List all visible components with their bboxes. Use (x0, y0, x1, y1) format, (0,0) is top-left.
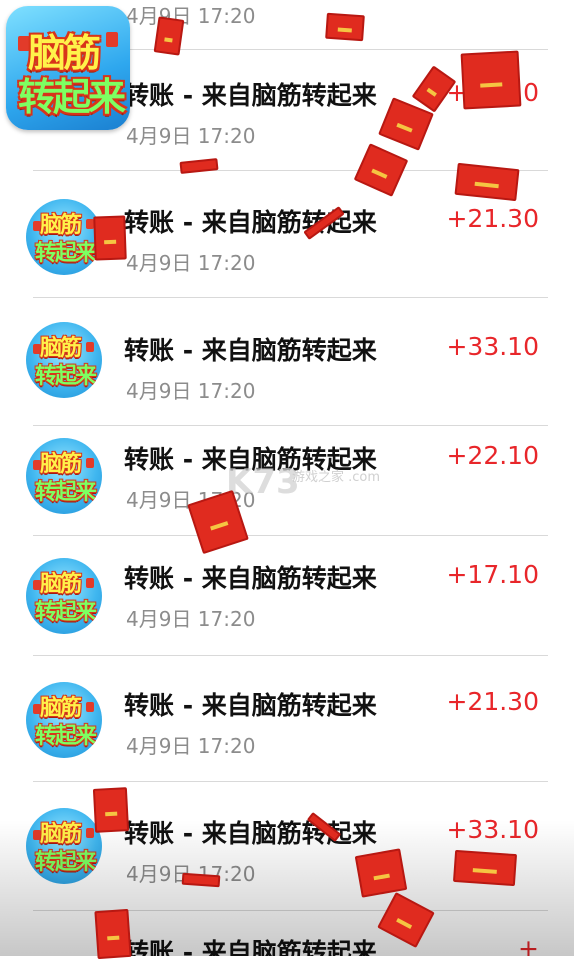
red-envelope-icon (354, 848, 408, 898)
transaction-amount: + (518, 934, 539, 956)
red-envelope-icon (454, 162, 520, 202)
transaction-time: 4月9日 17:20 (126, 734, 256, 758)
avatar-text: 转起来 (35, 724, 97, 749)
red-envelope-icon (452, 849, 518, 887)
transaction-time: 4月9日 17:20 (126, 251, 256, 275)
transaction-time: 4月9日 17:20 (126, 379, 256, 403)
avatar-text: 转起来 (35, 480, 97, 505)
red-envelope-icon (93, 215, 127, 261)
red-envelope-icon (94, 908, 132, 959)
transaction-row[interactable]: 转账 - 来自脑筋转起来 + (0, 911, 574, 956)
avatar-icon: 脑筋 转起来 (26, 558, 102, 634)
watermark-text: 游戏之家 .com (292, 470, 381, 485)
red-envelope-icon (181, 872, 221, 888)
transaction-amount: +21.30 (446, 204, 539, 233)
red-envelope-icon (325, 12, 365, 42)
transaction-title: 转账 - 来自脑筋转起来 (124, 81, 377, 110)
transaction-time: 4月9日 17:20 (126, 124, 256, 148)
avatar-text: 转起来 (35, 364, 97, 389)
red-envelope-icon (153, 16, 185, 56)
avatar-icon: 脑筋 转起来 (26, 322, 102, 398)
transaction-row[interactable]: 脑筋 转起来 转账 - 来自脑筋转起来 4月9日 17:20 +17.10 (0, 536, 574, 656)
transaction-amount: +33.10 (446, 815, 539, 844)
transaction-title: 转账 - 来自脑筋转起来 (124, 564, 377, 593)
avatar-text: 转起来 (35, 850, 97, 875)
transaction-amount: +33.10 (446, 332, 539, 361)
app-icon-text: 转起来 (18, 75, 126, 119)
red-envelope-icon (92, 787, 130, 833)
transaction-title: 转账 - 来自脑筋转起来 (124, 691, 377, 720)
partial-time: 4月9日 17:20 (126, 4, 256, 28)
transaction-time: 4月9日 17:20 (126, 607, 256, 631)
transaction-amount: +21.30 (446, 687, 539, 716)
transaction-amount: +17.10 (446, 560, 539, 589)
avatar-text: 转起来 (35, 241, 97, 266)
transaction-row[interactable]: 脑筋 转起来 转账 - 来自脑筋转起来 4月9日 17:20 +33.10 (0, 298, 574, 418)
avatar-icon: 脑筋 转起来 (26, 682, 102, 758)
avatar-text: 转起来 (35, 600, 97, 625)
transaction-row[interactable]: 脑筋 转起来 转账 - 来自脑筋转起来 4月9日 17:20 +21.30 (0, 656, 574, 776)
transaction-title: 转账 - 来自脑筋转起来 (124, 938, 377, 956)
red-envelope-icon (460, 50, 522, 110)
avatar-icon: 脑筋 转起来 (26, 808, 102, 884)
watermark-logo: K73 (226, 462, 300, 502)
app-icon: 脑筋 转起来 (6, 6, 130, 130)
avatar-icon: 脑筋 转起来 (26, 438, 102, 514)
transaction-title: 转账 - 来自脑筋转起来 (124, 336, 377, 365)
avatar-icon: 脑筋 转起来 (26, 199, 102, 275)
transaction-amount: +22.10 (446, 441, 539, 470)
